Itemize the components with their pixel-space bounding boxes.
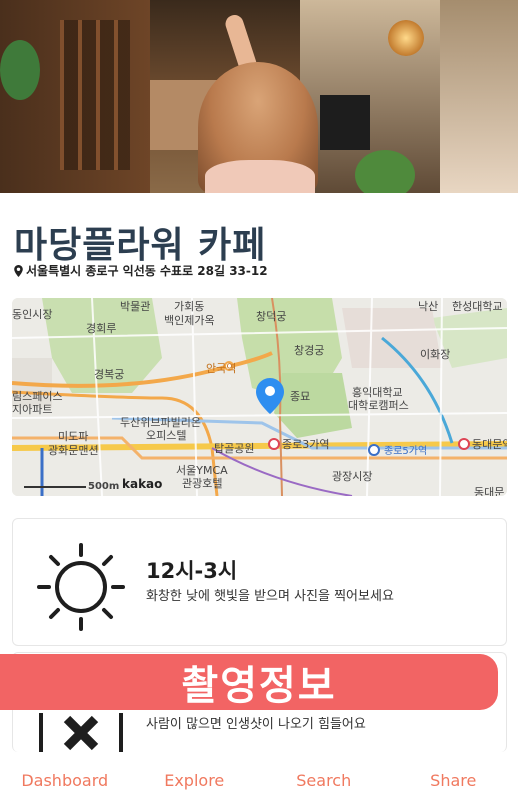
- map-label: 홍익대학교: [352, 386, 403, 399]
- map-label: 대학로캠퍼스: [348, 399, 409, 412]
- map-label: 미도파: [58, 430, 89, 443]
- tip-card-description: 사람이 많으면 인생샷이 나오기 힘들어요: [146, 717, 366, 732]
- map-label: 한성대학교: [452, 300, 503, 313]
- map-label: 서울YMCA: [176, 464, 228, 477]
- map-label: 백인제가옥: [164, 314, 215, 327]
- map-label: 경복궁: [94, 368, 125, 381]
- tab-explore[interactable]: Explore: [130, 771, 260, 790]
- map-label: 림스페이스: [12, 390, 63, 403]
- location-map[interactable]: 박물관 동인시장 가회동 백인제가옥 창덕궁 낙산 한성대학교 경회루 창경궁 …: [12, 298, 507, 496]
- map-label: 이화장: [420, 348, 451, 361]
- photo-info-label: 촬영정보: [181, 663, 337, 709]
- place-address: 서울특별시 종로구 익선동 수표로 28길 33-12: [14, 262, 268, 279]
- map-label: 창덕궁: [256, 310, 287, 323]
- tab-dashboard[interactable]: Dashboard: [0, 771, 130, 790]
- map-label: 두산위브파빌리온: [120, 416, 201, 429]
- map-label: 관광호텔: [182, 477, 223, 490]
- map-label: 가회동: [174, 300, 205, 313]
- map-scale-bar: [24, 480, 86, 488]
- map-label: 동대문: [474, 486, 505, 496]
- map-scale-label: 500m: [88, 481, 120, 492]
- map-label: 오피스텔: [146, 429, 187, 442]
- map-label: 박물관: [120, 300, 151, 313]
- tip-card-time: 12시-3시 화창한 낮에 햇빛을 받으며 사진을 찍어보세요: [12, 518, 507, 646]
- map-label: 낙산: [418, 300, 439, 313]
- map-label: 창경궁: [294, 344, 325, 357]
- map-label: 지아파트: [12, 403, 53, 416]
- place-title: 마당플라워 카페: [14, 225, 267, 266]
- tab-share[interactable]: Share: [389, 771, 518, 790]
- photo-info-banner[interactable]: 촬영정보: [0, 654, 498, 710]
- map-label: 광장시장: [332, 470, 373, 483]
- bottom-tab-bar: Dashboard Explore Search Share: [0, 752, 518, 808]
- sun-icon: [37, 543, 125, 631]
- location-pin-icon: [14, 264, 23, 277]
- map-brand-logo: kakao: [122, 477, 163, 491]
- map-marker-icon[interactable]: [256, 378, 284, 414]
- no-crowd-icon: [39, 713, 123, 753]
- address-text: 서울특별시 종로구 익선동 수표로 28길 33-12: [26, 264, 268, 278]
- hero-photo: [0, 0, 518, 193]
- tip-card-title: 12시-3시: [146, 559, 238, 583]
- tip-card-description: 화창한 낮에 햇빛을 받으며 사진을 찍어보세요: [146, 589, 394, 604]
- tab-search[interactable]: Search: [259, 771, 389, 790]
- map-label: 종묘: [290, 390, 311, 403]
- map-label: 동인시장: [12, 308, 53, 321]
- map-label: 광화문맨션: [48, 444, 99, 457]
- map-label: 안국역: [206, 362, 237, 375]
- map-label: 종로5가역: [384, 446, 428, 457]
- map-label: 동대문역: [472, 438, 507, 451]
- map-label: 탑골공원: [214, 442, 255, 455]
- map-label: 종로3가역: [282, 438, 330, 451]
- map-label: 경회루: [86, 322, 117, 335]
